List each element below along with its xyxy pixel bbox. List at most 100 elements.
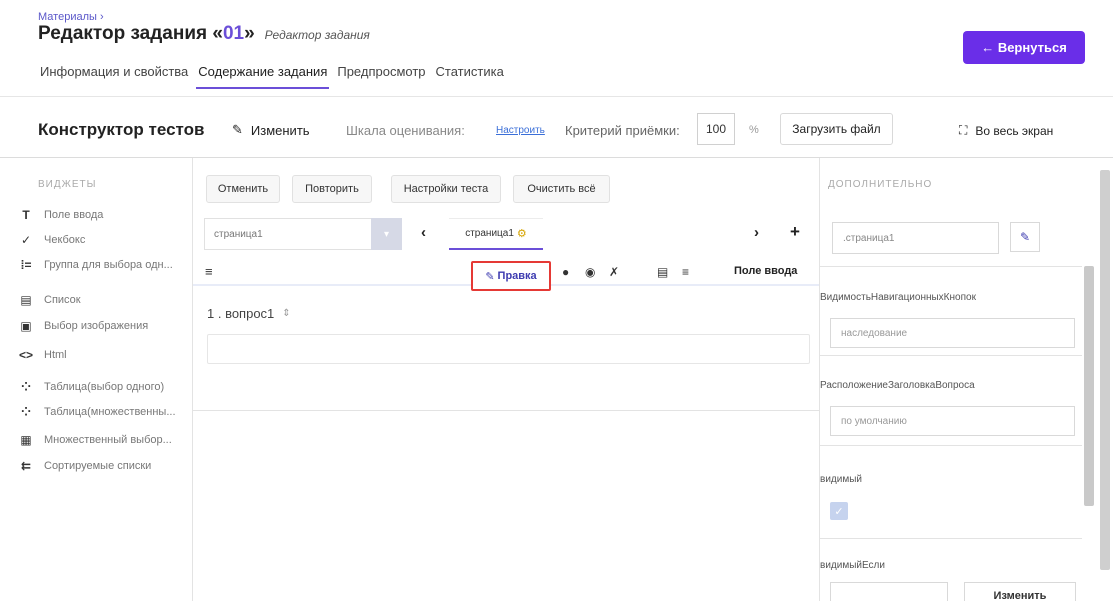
drag-handle-icon[interactable]: ≡ bbox=[205, 264, 213, 279]
question-toolbar: ≡ ✎ Правка ● ◉ ✗ ▤ ≡ Поле ввода bbox=[193, 260, 819, 291]
required-icon[interactable]: ● bbox=[562, 265, 569, 279]
sidebar-item-image-picker[interactable]: ▣ Выбор изображения bbox=[18, 316, 190, 336]
ranking-icon: ⇇ bbox=[20, 459, 32, 473]
prop-visible-if-label: видимыйЕсли bbox=[820, 560, 885, 571]
page-tab-label: страница1 bbox=[465, 228, 514, 239]
divider bbox=[193, 410, 819, 411]
edit-chip-label: Правка bbox=[497, 270, 537, 282]
list-icon: ▤ bbox=[20, 293, 32, 307]
prop-nav-buttons-label: ВидимостьНавигационныхКнопок bbox=[820, 292, 976, 303]
criteria-input[interactable]: 100 bbox=[697, 113, 735, 145]
title-suffix: » bbox=[244, 23, 255, 44]
tab-preview[interactable]: Предпросмотр bbox=[335, 62, 427, 89]
chevron-left-icon[interactable]: ‹ bbox=[421, 224, 426, 241]
prop-nav-buttons-select[interactable]: наследование bbox=[830, 318, 1075, 348]
sidebar-item-matrix-multiple[interactable]: ⁘ Таблица(множественны... bbox=[18, 402, 190, 422]
constructor-toolbar: Конструктор тестов ✎ Изменить Шкала оцен… bbox=[0, 96, 1113, 158]
object-selector[interactable]: .страница1 bbox=[832, 222, 999, 254]
tab-statistics[interactable]: Статистика bbox=[434, 62, 506, 89]
fullscreen-label: Во весь экран bbox=[975, 123, 1054, 138]
undo-button[interactable]: Отменить bbox=[206, 175, 280, 203]
designer-canvas: Отменить Повторить Настройки теста Очист… bbox=[193, 158, 819, 601]
stepper-icon[interactable]: ⇕ bbox=[282, 308, 290, 319]
answer-input[interactable] bbox=[207, 334, 810, 364]
prop-visible-if-change-button[interactable]: Изменить bbox=[964, 582, 1076, 601]
page-scrollbar[interactable] bbox=[1100, 170, 1110, 570]
sidebar-item-label: Поле ввода bbox=[44, 209, 104, 221]
widgets-sidebar: ВИДЖЕТЫ T Поле ввода ✓ Чекбокс ⁞= Группа дл… bbox=[0, 158, 193, 601]
prop-visible-if-field[interactable] bbox=[830, 582, 948, 601]
question-title[interactable]: 1 . вопрос1 ⇕ bbox=[207, 306, 291, 321]
add-page-icon[interactable]: + bbox=[790, 222, 800, 242]
add-to-toolbox-icon[interactable]: ≡ bbox=[682, 265, 689, 279]
pencil-icon: ✎ bbox=[485, 270, 495, 283]
chevron-down-icon[interactable]: ▾ bbox=[371, 218, 402, 250]
page-title: Редактор задания «01» bbox=[38, 23, 255, 45]
sidebar-item-ranking[interactable]: ⇇ Сортируемые списки bbox=[18, 456, 190, 476]
divider bbox=[820, 355, 1082, 356]
upload-file-button[interactable]: Загрузить файл bbox=[780, 113, 893, 145]
delete-field-icon[interactable]: ✗ bbox=[609, 265, 619, 279]
properties-title: ДОПОЛНИТЕЛЬНО bbox=[828, 179, 933, 190]
chevron-right-icon[interactable]: › bbox=[754, 224, 759, 241]
sidebar-item-label: Сортируемые списки bbox=[44, 460, 152, 472]
tab-page1[interactable]: страница1 ⚙ bbox=[449, 218, 543, 250]
fullscreen-icon: ⛶ bbox=[959, 123, 968, 137]
sidebar-item-multi-select[interactable]: ▦ Множественный выбор... bbox=[18, 430, 190, 450]
checkbox-icon: ✓ bbox=[20, 233, 32, 247]
edit-question-button[interactable]: ✎ Правка bbox=[471, 261, 551, 291]
title-prefix: Редактор задания « bbox=[38, 23, 223, 44]
percent-sign: % bbox=[749, 124, 759, 136]
widgets-title: ВИДЖЕТЫ bbox=[38, 179, 97, 190]
sidebar-item-label: Группа для выбора одн... bbox=[44, 259, 173, 271]
divider bbox=[820, 445, 1082, 446]
clear-all-button[interactable]: Очистить всё bbox=[513, 175, 610, 203]
sidebar-item-list[interactable]: ▤ Список bbox=[18, 290, 190, 310]
gear-icon[interactable]: ⚙ bbox=[517, 227, 527, 240]
back-button[interactable]: ← Вернуться bbox=[963, 31, 1085, 64]
test-settings-button[interactable]: Настройки теста bbox=[391, 175, 501, 203]
image-picker-icon: ▣ bbox=[20, 319, 32, 333]
fullscreen-button[interactable]: ⛶ Во весь экран bbox=[959, 123, 1053, 138]
tab-content[interactable]: Содержание задания bbox=[196, 62, 330, 89]
sidebar-item-html[interactable]: <> Html bbox=[18, 345, 190, 365]
radio-group-icon: ⁞= bbox=[20, 258, 32, 272]
field-type-selector[interactable]: Поле ввода bbox=[734, 265, 797, 277]
prop-title-location-label: РасположениеЗаголовкаВопроса bbox=[820, 380, 975, 391]
sidebar-item-label: Список bbox=[44, 294, 81, 306]
page-header: Материалы › Редактор задания «01» Редакт… bbox=[0, 0, 1113, 96]
edit-name-icon[interactable]: ✎ bbox=[1010, 222, 1040, 252]
preview-icon[interactable]: ◉ bbox=[585, 265, 595, 279]
sidebar-item-label: Html bbox=[44, 349, 67, 361]
sidebar-item-checkbox[interactable]: ✓ Чекбокс bbox=[18, 230, 190, 250]
title-row: Редактор задания «01» Редактор задания bbox=[38, 23, 370, 45]
sidebar-item-matrix-single[interactable]: ⁘ Таблица(выбор одного) bbox=[18, 377, 190, 397]
sidebar-item-label: Таблица(выбор одного) bbox=[44, 381, 165, 393]
sidebar-item-text-input[interactable]: T Поле ввода bbox=[18, 205, 190, 225]
criteria-label: Критерий приёмки: bbox=[565, 123, 680, 138]
tab-info[interactable]: Информация и свойства bbox=[38, 62, 190, 89]
divider bbox=[820, 538, 1082, 539]
prop-visible-label: видимый bbox=[820, 474, 862, 485]
divider bbox=[820, 266, 1082, 267]
prop-title-location-select[interactable]: по умолчанию bbox=[830, 406, 1075, 436]
edit-button[interactable]: ✎ Изменить bbox=[232, 122, 310, 138]
properties-panel: ДОПОЛНИТЕЛЬНО .страница1 ✎ ВидимостьНави… bbox=[819, 158, 1113, 601]
edit-button-label: Изменить bbox=[250, 122, 310, 138]
sidebar-item-radio-group[interactable]: ⁞= Группа для выбора одн... bbox=[18, 255, 190, 275]
sidebar-item-label: Чекбокс bbox=[44, 234, 86, 246]
pencil-icon: ✎ bbox=[232, 122, 243, 137]
html-icon: <> bbox=[18, 348, 33, 362]
prop-visible-checkbox[interactable]: ✓ bbox=[830, 502, 848, 520]
sidebar-item-label: Выбор изображения bbox=[44, 320, 149, 332]
scale-label: Шкала оценивания: bbox=[346, 123, 465, 138]
sidebar-item-label: Множественный выбор... bbox=[44, 434, 172, 446]
redo-button[interactable]: Повторить bbox=[292, 175, 372, 203]
question-label: 1 . вопрос1 bbox=[207, 306, 275, 321]
copy-icon[interactable]: ▤ bbox=[657, 265, 668, 279]
page-subtitle: Редактор задания bbox=[264, 28, 370, 42]
scale-configure-link[interactable]: Настроить bbox=[496, 125, 545, 136]
properties-scrollbar[interactable] bbox=[1084, 266, 1094, 506]
breadcrumb[interactable]: Материалы › bbox=[38, 11, 104, 23]
text-icon: T bbox=[22, 208, 30, 222]
